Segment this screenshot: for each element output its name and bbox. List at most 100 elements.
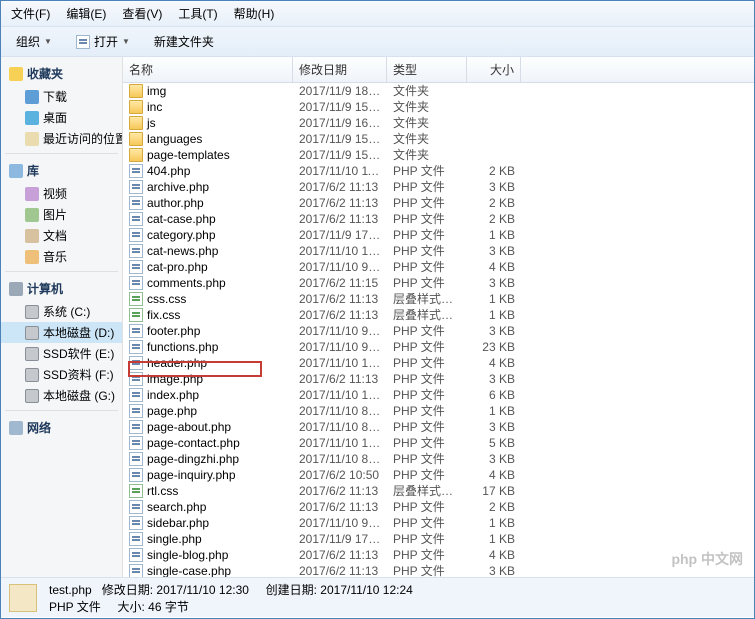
sidebar-item-pictures[interactable]: 图片 — [1, 204, 122, 225]
file-row[interactable]: image.php2017/6/2 11:13PHP 文件3 KB — [123, 371, 754, 387]
file-date: 2017/6/2 11:13 — [293, 180, 387, 194]
file-size: 3 KB — [467, 420, 521, 434]
file-row[interactable]: search.php2017/6/2 11:13PHP 文件2 KB — [123, 499, 754, 515]
sidebar-item-recent[interactable]: 最近访问的位置 — [1, 128, 122, 149]
file-pane: 名称 修改日期 类型 大小 img2017/11/9 18:08文件夹inc 20… — [123, 57, 754, 577]
file-row[interactable]: inc2017/11/9 15:46文件夹 — [123, 99, 754, 115]
file-row[interactable]: sidebar.php2017/11/10 9:47PHP 文件1 KB — [123, 515, 754, 531]
recent-icon — [25, 132, 39, 146]
file-row[interactable]: page.php2017/11/10 8:52PHP 文件1 KB — [123, 403, 754, 419]
file-row[interactable]: category.php2017/11/9 17:34PHP 文件1 KB — [123, 227, 754, 243]
php-icon — [129, 468, 143, 482]
folder-icon — [129, 84, 143, 98]
file-date: 2017/6/2 11:13 — [293, 484, 387, 498]
file-row[interactable]: img2017/11/9 18:08文件夹 — [123, 83, 754, 99]
file-row[interactable]: page-contact.php2017/11/10 10:10PHP 文件5 … — [123, 435, 754, 451]
sidebar-item-videos[interactable]: 视频 — [1, 183, 122, 204]
file-name: languages — [147, 132, 202, 146]
file-type: PHP 文件 — [387, 276, 467, 290]
file-date: 2017/6/2 11:13 — [293, 196, 387, 210]
file-row[interactable]: cat-case.php2017/6/2 11:13PHP 文件2 KB — [123, 211, 754, 227]
sidebar-libraries[interactable]: 库 — [1, 158, 122, 183]
file-row[interactable]: page-inquiry.php2017/6/2 10:50PHP 文件4 KB — [123, 467, 754, 483]
file-row[interactable]: single.php2017/11/9 17:35PHP 文件1 KB — [123, 531, 754, 547]
file-row[interactable]: cat-news.php2017/11/10 10:01PHP 文件3 KB — [123, 243, 754, 259]
sidebar-item-music[interactable]: 音乐 — [1, 246, 122, 267]
col-type[interactable]: 类型 — [387, 57, 467, 82]
file-size: 3 KB — [467, 276, 521, 290]
file-row[interactable]: archive.php2017/6/2 11:13PHP 文件3 KB — [123, 179, 754, 195]
menu-file[interactable]: 文件(F) — [5, 3, 56, 24]
file-row[interactable]: cat-pro.php2017/11/10 9:48PHP 文件4 KB — [123, 259, 754, 275]
drive-icon — [25, 368, 39, 382]
file-name: inc — [147, 100, 162, 114]
file-date: 2017/6/2 10:50 — [293, 468, 387, 482]
file-row[interactable]: single-blog.php2017/6/2 11:13PHP 文件4 KB — [123, 547, 754, 563]
sidebar-item-drive-d[interactable]: 本地磁盘 (D:) — [1, 322, 122, 343]
file-date: 2017/11/9 15:46 — [293, 100, 387, 114]
php-icon — [129, 244, 143, 258]
music-icon — [25, 250, 39, 264]
file-row[interactable]: page-templates2017/11/9 15:46文件夹 — [123, 147, 754, 163]
file-name: page-about.php — [147, 420, 231, 434]
file-name: page-inquiry.php — [147, 468, 236, 482]
menu-view[interactable]: 查看(V) — [116, 3, 168, 24]
menu-help[interactable]: 帮助(H) — [228, 3, 281, 24]
php-icon — [129, 548, 143, 562]
file-type: PHP 文件 — [387, 468, 467, 482]
php-icon — [129, 276, 143, 290]
php-icon — [129, 324, 143, 338]
php-icon — [129, 196, 143, 210]
sidebar-network[interactable]: 网络 — [1, 415, 122, 440]
new-folder-button[interactable]: 新建文件夹 — [145, 30, 223, 53]
file-type: PHP 文件 — [387, 180, 467, 194]
column-headers: 名称 修改日期 类型 大小 — [123, 57, 754, 83]
status-filename: test.php — [49, 583, 92, 597]
file-name: header.php — [147, 356, 207, 370]
file-name: comments.php — [147, 276, 226, 290]
sidebar-item-drive-c[interactable]: 系统 (C:) — [1, 301, 122, 322]
file-row[interactable]: rtl.css2017/6/2 11:13层叠样式表文档17 KB — [123, 483, 754, 499]
file-size: 1 KB — [467, 516, 521, 530]
file-row[interactable]: css.css2017/6/2 11:13层叠样式表文档1 KB — [123, 291, 754, 307]
file-name: index.php — [147, 388, 199, 402]
sidebar-item-downloads[interactable]: 下载 — [1, 86, 122, 107]
php-icon — [129, 404, 143, 418]
menu-bar: 文件(F) 编辑(E) 查看(V) 工具(T) 帮助(H) — [1, 1, 754, 27]
col-date[interactable]: 修改日期 — [293, 57, 387, 82]
drive-icon — [25, 389, 39, 403]
file-type: PHP 文件 — [387, 548, 467, 562]
file-row[interactable]: 404.php2017/11/10 11:44PHP 文件2 KB — [123, 163, 754, 179]
menu-edit[interactable]: 编辑(E) — [60, 3, 112, 24]
organize-button[interactable]: 组织 ▼ — [7, 30, 61, 53]
file-row[interactable]: comments.php2017/6/2 11:15PHP 文件3 KB — [123, 275, 754, 291]
sidebar-computer[interactable]: 计算机 — [1, 276, 122, 301]
file-row[interactable]: page-about.php2017/11/10 8:55PHP 文件3 KB — [123, 419, 754, 435]
sidebar-item-drive-f[interactable]: SSD资料 (F:) — [1, 364, 122, 385]
file-row[interactable]: fix.css2017/6/2 11:13层叠样式表文档1 KB — [123, 307, 754, 323]
menu-tools[interactable]: 工具(T) — [172, 3, 223, 24]
status-created-value: 2017/11/10 12:24 — [320, 583, 413, 597]
file-row[interactable]: js2017/11/9 16:22文件夹 — [123, 115, 754, 131]
file-row[interactable]: index.php2017/11/10 10:02PHP 文件6 KB — [123, 387, 754, 403]
sidebar-favorites[interactable]: 收藏夹 — [1, 61, 122, 86]
sidebar-item-documents[interactable]: 文档 — [1, 225, 122, 246]
php-icon — [129, 228, 143, 242]
file-row[interactable]: footer.php2017/11/10 9:03PHP 文件3 KB — [123, 323, 754, 339]
file-row[interactable]: author.php2017/6/2 11:13PHP 文件2 KB — [123, 195, 754, 211]
file-row[interactable]: functions.php2017/11/10 9:46PHP 文件23 KB — [123, 339, 754, 355]
file-row[interactable]: header.php2017/11/10 10:02PHP 文件4 KB — [123, 355, 754, 371]
file-date: 2017/6/2 11:13 — [293, 372, 387, 386]
col-name[interactable]: 名称 — [123, 57, 293, 82]
file-date: 2017/11/10 10:10 — [293, 436, 387, 450]
sidebar-item-desktop[interactable]: 桌面 — [1, 107, 122, 128]
file-row[interactable]: single-case.php2017/6/2 11:13PHP 文件3 KB — [123, 563, 754, 577]
file-row[interactable]: page-dingzhi.php2017/11/10 8:54PHP 文件3 K… — [123, 451, 754, 467]
open-button[interactable]: 打开 ▼ — [67, 30, 139, 53]
file-list[interactable]: img2017/11/9 18:08文件夹inc2017/11/9 15:46文… — [123, 83, 754, 577]
file-row[interactable]: languages2017/11/9 15:46文件夹 — [123, 131, 754, 147]
status-size-label: 大小: — [117, 600, 144, 614]
col-size[interactable]: 大小 — [467, 57, 521, 82]
sidebar-item-drive-g[interactable]: 本地磁盘 (G:) — [1, 385, 122, 406]
sidebar-item-drive-e[interactable]: SSD软件 (E:) — [1, 343, 122, 364]
